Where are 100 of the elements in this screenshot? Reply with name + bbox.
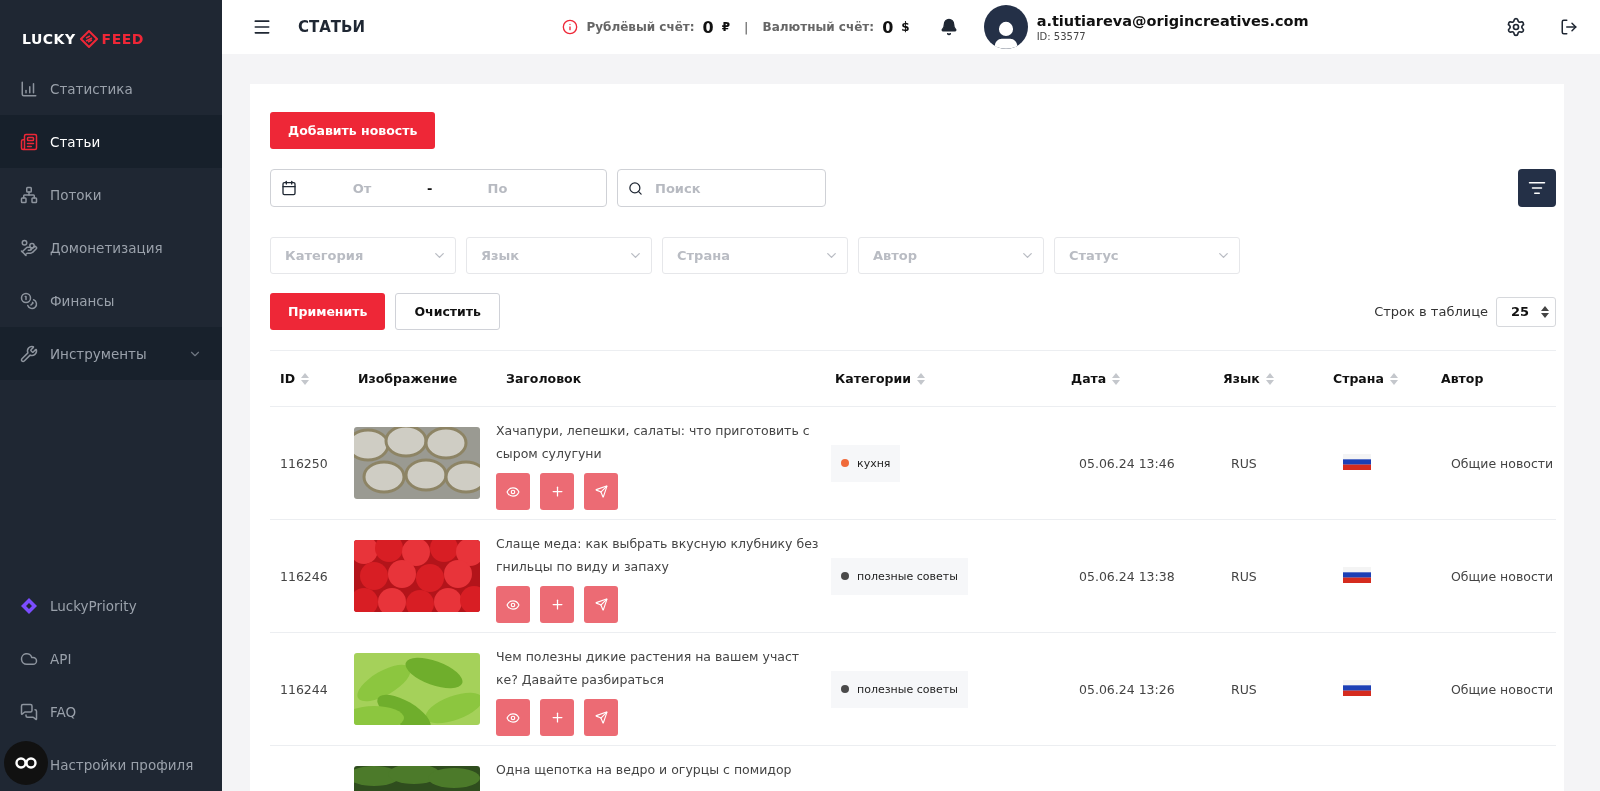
- add-button[interactable]: [540, 699, 574, 736]
- table-cell: 116246: [280, 568, 328, 584]
- sort-icon[interactable]: [1265, 372, 1274, 385]
- search-icon: [628, 180, 643, 196]
- sidebar-item[interactable]: Статистика: [0, 62, 222, 115]
- column-header: Заголовок: [506, 371, 582, 386]
- column-header: ID: [280, 371, 296, 386]
- column-header: Автор: [1441, 371, 1484, 386]
- send-icon: [594, 711, 608, 724]
- search-field[interactable]: Поиск: [617, 169, 826, 207]
- sidebar-item[interactable]: Статьи: [0, 115, 222, 168]
- article-title[interactable]: Чем полезны дикие растения на вашем участ ке? Давайте разбираться: [496, 645, 821, 691]
- info-icon: [562, 19, 579, 35]
- newspaper-icon: [20, 132, 38, 151]
- sidebar-item[interactable]: API: [0, 632, 222, 685]
- bell-icon[interactable]: [939, 18, 958, 36]
- logo-text: LUCKY: [22, 30, 76, 47]
- chat-icon: [20, 702, 38, 721]
- table-cell: 05.06.24 13:38: [1079, 568, 1175, 584]
- column-header: Изображение: [358, 371, 458, 386]
- balance-amount: 0: [702, 17, 714, 37]
- table-cell: 116250: [280, 455, 328, 471]
- article-title[interactable]: Одна щепотка на ведро и огурцы с помидор: [496, 758, 821, 781]
- plus-icon: [549, 484, 565, 499]
- page-title: СТАТЬИ: [298, 18, 366, 36]
- filter-icon: [1528, 179, 1546, 197]
- column-header: Дата: [1071, 371, 1107, 386]
- diamond-icon: [20, 596, 38, 615]
- sort-icon[interactable]: [1112, 372, 1121, 385]
- flag-icon: [1343, 679, 1371, 696]
- sort-icon[interactable]: [1389, 372, 1398, 385]
- flag-icon: [1343, 453, 1371, 470]
- coins-icon: [20, 291, 38, 310]
- logout-icon[interactable]: [1560, 18, 1578, 36]
- send-button[interactable]: [584, 473, 618, 510]
- table-cell: RUS: [1231, 681, 1257, 697]
- article-title[interactable]: Хачапури, лепешки, салаты: что приготовить с сыром сулугуни: [496, 419, 821, 465]
- category-label: кухня: [857, 456, 891, 470]
- flag-icon: [1343, 566, 1371, 583]
- avatar[interactable]: [983, 5, 1028, 49]
- send-icon: [594, 598, 608, 611]
- rows-per-page-select[interactable]: 25: [1496, 296, 1556, 327]
- sort-icon[interactable]: [301, 372, 310, 385]
- sidebar-item[interactable]: Настройки профиля: [0, 738, 222, 791]
- sidebar-item[interactable]: FAQ: [0, 685, 222, 738]
- plus-icon: [549, 597, 565, 612]
- sort-icon[interactable]: [916, 372, 925, 385]
- eye-icon: [506, 710, 520, 725]
- add-button[interactable]: [540, 473, 574, 510]
- view-button[interactable]: [496, 473, 530, 510]
- view-button[interactable]: [496, 699, 530, 736]
- send-button[interactable]: [584, 586, 618, 623]
- settings-icon[interactable]: [1506, 17, 1526, 37]
- recorder-badge[interactable]: [4, 741, 48, 785]
- add-button[interactable]: [540, 586, 574, 623]
- table-cell: RUS: [1231, 455, 1257, 471]
- category-label: полезные советы: [857, 569, 958, 583]
- table-cell: RUS: [1231, 568, 1257, 584]
- plus-icon: [549, 710, 565, 725]
- hand-coins-icon: [20, 238, 38, 257]
- user-id: ID: 53577: [1036, 30, 1087, 42]
- apply-button[interactable]: Применить: [270, 293, 386, 330]
- sidebar-item[interactable]: Потоки: [0, 168, 222, 221]
- view-button[interactable]: [496, 586, 530, 623]
- clear-button[interactable]: Очистить: [395, 293, 500, 330]
- logo-icon: [79, 29, 98, 48]
- eye-icon: [506, 484, 520, 499]
- date-range-field[interactable]: От - По: [270, 169, 607, 207]
- article-title[interactable]: Слаще меда: как выбрать вкусную клубнику без гнильцы по виду и запаху: [496, 532, 821, 578]
- add-news-button[interactable]: Добавить новость: [270, 112, 436, 149]
- category-label: полезные советы: [857, 682, 958, 696]
- eye-icon: [506, 597, 520, 612]
- stepper-icon: [1541, 305, 1549, 318]
- sidebar-item[interactable]: Инструменты: [0, 327, 222, 380]
- sidebar-item[interactable]: Финансы: [0, 274, 222, 327]
- menu-icon[interactable]: [252, 17, 272, 37]
- column-header: Страна: [1333, 371, 1384, 386]
- balance-amount: 0: [882, 17, 894, 37]
- calendar-icon: [281, 180, 297, 196]
- column-header: Категории: [835, 371, 911, 386]
- send-icon: [594, 485, 608, 498]
- column-header: Язык: [1223, 371, 1260, 386]
- rows-per-page-label: Строк в таблице: [1374, 304, 1488, 319]
- table-cell: 116244: [280, 681, 328, 697]
- table-cell: 05.06.24 13:26: [1079, 681, 1175, 697]
- filter-button[interactable]: [1518, 169, 1556, 207]
- table-cell: Общие новости: [1451, 681, 1554, 697]
- table-cell: Общие новости: [1451, 568, 1554, 584]
- date-dash: -: [427, 180, 433, 196]
- separator: |: [744, 19, 749, 35]
- currency-sign: ₽: [721, 20, 731, 34]
- sidebar-item[interactable]: LuckyPriority: [0, 579, 222, 632]
- logo-text: FEED: [101, 30, 144, 47]
- loop-icon: [14, 757, 38, 769]
- send-button[interactable]: [584, 699, 618, 736]
- sidebar-item[interactable]: Домонетизация: [0, 221, 222, 274]
- balance-label: Рублёвый счёт:: [586, 20, 695, 34]
- network-icon: [20, 185, 38, 204]
- user-email: a.tiutiareva@origincreatives.com: [1036, 12, 1309, 29]
- table-cell: 05.06.24 13:46: [1079, 455, 1175, 471]
